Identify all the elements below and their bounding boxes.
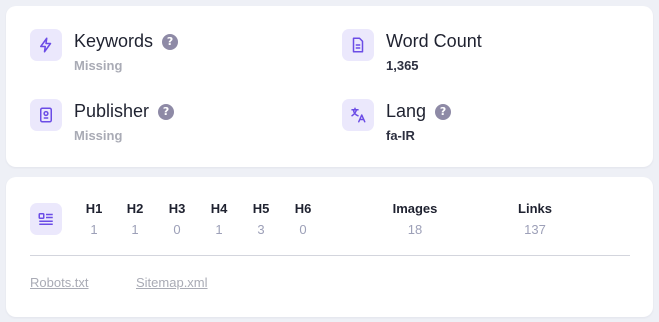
- bolt-icon: [30, 29, 62, 61]
- sitemap-xml-link[interactable]: Sitemap.xml: [136, 275, 208, 290]
- publisher-value: Missing: [74, 128, 123, 143]
- links-count: Links 137: [518, 201, 552, 237]
- heading-h4: H4 1: [210, 201, 228, 237]
- id-badge-icon: [30, 99, 62, 131]
- word-count-title: Word Count: [386, 31, 482, 51]
- help-icon[interactable]: ?: [435, 103, 452, 120]
- lang-value: fa-IR: [386, 128, 415, 143]
- images-count: Images 18: [392, 201, 438, 237]
- meta-card: Keywords ? Missing Word Count 1,365 Publ…: [6, 6, 653, 167]
- lang-title: Lang ?: [386, 101, 452, 122]
- help-icon[interactable]: ?: [158, 103, 175, 120]
- heading-h1: H1 1: [85, 201, 103, 237]
- help-icon[interactable]: ?: [162, 33, 179, 50]
- heading-h5: H5 3: [252, 201, 270, 237]
- publisher-title: Publisher ?: [74, 101, 175, 122]
- heading-h6: H6 0: [294, 201, 312, 237]
- word-count-value: 1,365: [386, 58, 419, 73]
- translate-icon: [342, 99, 374, 131]
- robots-txt-link[interactable]: Robots.txt: [30, 275, 89, 290]
- headings-card: H1 1 H2 1 H3 0 H4 1 H5 3 H6 0 Images 18 …: [6, 177, 653, 317]
- divider: [30, 255, 630, 256]
- document-icon: [342, 29, 374, 61]
- heading-h3: H3 0: [168, 201, 186, 237]
- list-icon: [30, 203, 62, 235]
- keywords-value: Missing: [74, 58, 123, 73]
- keywords-title: Keywords ?: [74, 31, 179, 52]
- heading-h2: H2 1: [126, 201, 144, 237]
